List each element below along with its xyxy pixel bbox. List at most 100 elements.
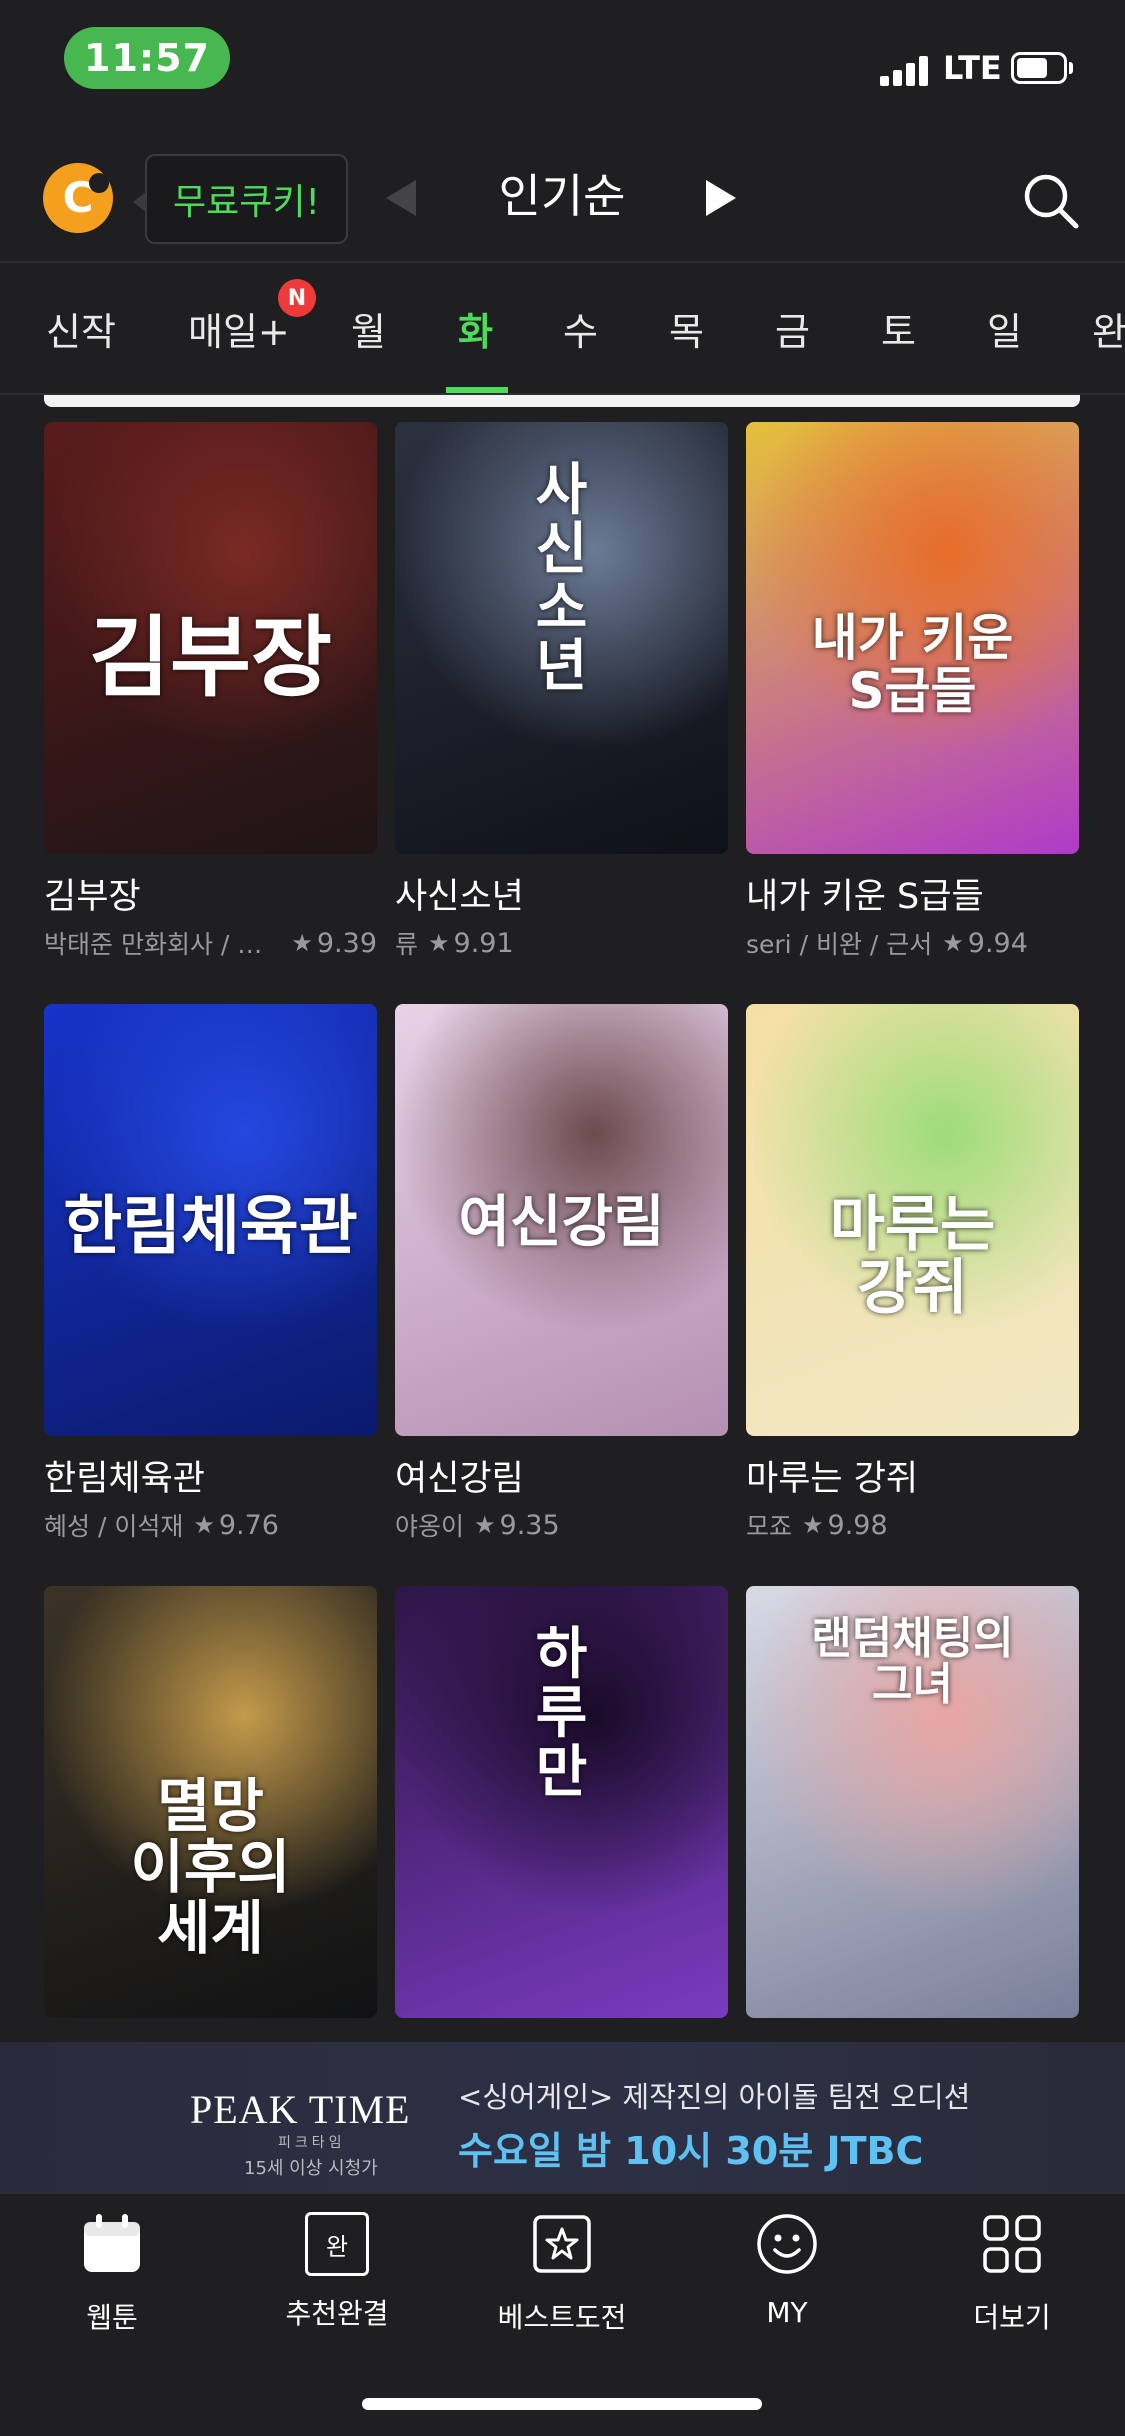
status-bar: 11:57 LTE [0, 0, 1125, 130]
new-badge: N [278, 279, 316, 317]
thumbnail-cover-title: 하 루 만 [535, 1622, 588, 1805]
star-icon: ★ [942, 929, 964, 957]
webtoon-thumbnail[interactable]: 한림체육관 [44, 1004, 377, 1436]
star-icon: ★ [193, 1511, 215, 1539]
thumbnail-cover-title: 멸망 이후의 세계 [130, 1772, 291, 1962]
battery-icon [1011, 52, 1067, 84]
webtoon-card[interactable]: 하 루 만하루만 네가 되고 싶어 [395, 1586, 728, 2040]
webtoon-meta: 야옹이 ★ 9.35 [395, 1507, 728, 1543]
webtoon-title: 멸망 이후의 세계 [44, 2032, 377, 2040]
webtoon-rating: 9.76 [218, 1509, 279, 1541]
webtoon-card[interactable]: 내가 키운 S급들 내가 키운 S급들 seri / 비완 / 근서 ★ 9.94 [746, 422, 1079, 961]
smiley-icon [757, 2214, 817, 2274]
webtoon-meta: 모죠 ★ 9.98 [746, 1507, 1079, 1543]
star-icon: ★ [474, 1511, 496, 1539]
thumbnail-cover-title: 김부장 [89, 606, 332, 709]
tab-daily-plus[interactable]: 매일+ [188, 301, 290, 356]
webtoon-thumbnail[interactable]: 김부장 [44, 422, 377, 854]
sort-prev-arrow-icon[interactable] [386, 180, 416, 216]
nav-label-more: 더보기 [973, 2301, 1051, 2334]
tab-sat[interactable]: 토 [881, 301, 916, 356]
nav-label-recommended-completed: 추천완결 [285, 2297, 389, 2330]
ad-text-line1: <싱어게인> 제작진의 아이돌 팀전 오디션 [458, 2080, 971, 2114]
star-icon: ★ [291, 929, 313, 957]
webtoon-card[interactable]: 마루는 강쥐 마루는 강쥐 모죠 ★ 9.98 [746, 1004, 1079, 1543]
nav-webtoon[interactable]: 웹툰 [22, 2212, 202, 2336]
webtoon-thumbnail[interactable]: 내가 키운 S급들 [746, 422, 1079, 854]
free-cookie-button[interactable]: 무료쿠키! [133, 154, 348, 244]
nav-label-my: MY [766, 2296, 808, 2329]
webtoon-author: 박태준 만화회사 / 정… [44, 930, 282, 959]
sort-title[interactable]: 인기순 [462, 160, 662, 226]
nav-best-challenge[interactable]: 베스트도전 [472, 2212, 652, 2336]
day-tabs: 신작 매일+ N 월 화 수 목 금 토 일 완 [0, 265, 1125, 395]
webtoon-title: 마루는 강쥐 [746, 1459, 919, 1499]
webtoon-thumbnail[interactable]: 사 신 소 년 [395, 422, 728, 854]
ad-logo: PEAK TIME [190, 2087, 411, 2132]
webtoon-meta: 혜성 / 이석재 ★ 9.76 [44, 1507, 377, 1543]
webtoon-rating: 9.35 [499, 1509, 560, 1541]
tab-new[interactable]: 신작 [46, 301, 116, 356]
webtoon-card[interactable]: 멸망 이후의 세계멸망 이후의 세계 [44, 1586, 377, 2040]
webtoon-author: 혜성 / 이석재 [44, 1512, 184, 1541]
webtoon-thumbnail[interactable]: 하 루 만 [395, 1586, 728, 2018]
tab-thu[interactable]: 목 [669, 301, 704, 356]
webtoon-meta: 류 ★ 9.91 [395, 925, 728, 961]
webtoon-grid: 김부장 김부장 박태준 만화회사 / 정… ★ 9.39 사 신 소 년 사신소년 류 ★ 9.9… [0, 420, 1125, 2040]
tab-completed[interactable]: 완 [1092, 301, 1125, 356]
webtoon-thumbnail[interactable]: 멸망 이후의 세계 [44, 1586, 377, 2018]
nav-more[interactable]: 더보기 [922, 2212, 1102, 2336]
ad-age-notice: 15세 이상 시청가 [244, 2158, 378, 2179]
webtoon-title: 김부장 [44, 877, 141, 917]
tab-sun[interactable]: 일 [987, 301, 1022, 356]
webtoon-meta: 박태준 만화회사 / 정… ★ 9.39 [44, 925, 377, 961]
ad-logo-sub: 피크타임 [278, 2135, 346, 2151]
thumbnail-cover-title: 사 신 소 년 [535, 458, 588, 700]
webtoon-title: 사신소년 [395, 877, 524, 917]
calendar-icon [84, 2214, 140, 2272]
top-bar: C 무료쿠키! 인기순 [0, 130, 1125, 263]
tab-tue[interactable]: 화 [458, 301, 493, 356]
ad-banner[interactable]: PEAK TIME 피크타임 15세 이상 시청가 <싱어게인> 제작진의 아이… [0, 2042, 1125, 2192]
tab-mon[interactable]: 월 [351, 301, 386, 356]
thumbnail-cover-title: 랜덤채팅의 그녀 [811, 1613, 1014, 1711]
webtoon-card[interactable]: 사 신 소 년사신소년류 ★ 9.91 [395, 422, 728, 961]
nav-label-webtoon: 웹툰 [86, 2301, 138, 2334]
tab-active-indicator [446, 387, 508, 393]
cookie-logo-letter: C [62, 173, 94, 222]
webtoon-rating: 9.98 [827, 1509, 888, 1541]
webtoon-title: 하루만 네가 되고 싶어 [395, 2032, 728, 2040]
webtoon-card[interactable]: 한림체육관 한림체육관 혜성 / 이석재 ★ 9.76 [44, 1004, 377, 1543]
webtoon-rating: 9.39 [316, 927, 377, 959]
search-icon[interactable] [1020, 170, 1080, 230]
webtoon-thumbnail[interactable]: 랜덤채팅의 그녀 [746, 1586, 1079, 2018]
webtoon-card[interactable]: 여신강림 여신강림 야옹이 ★ 9.35 [395, 1004, 728, 1543]
status-time: 11:57 [64, 27, 230, 89]
network-type: LTE [943, 49, 1002, 87]
webtoon-title: 여신강림 [395, 1459, 524, 1499]
home-indicator [362, 2398, 762, 2410]
star-icon: ★ [802, 1511, 824, 1539]
webtoon-author: seri / 비완 / 근서 [746, 930, 933, 959]
webtoon-author: 류 [395, 930, 419, 959]
webtoon-thumbnail[interactable]: 마루는 강쥐 [746, 1004, 1079, 1436]
webtoon-card[interactable]: 김부장 김부장 박태준 만화회사 / 정… ★ 9.39 [44, 422, 377, 961]
webtoon-thumbnail[interactable]: 여신강림 [395, 1004, 728, 1436]
thumbnail-cover-title: 마루는 강쥐 [829, 1190, 996, 1323]
webtoon-meta: seri / 비완 / 근서 ★ 9.94 [746, 925, 1079, 961]
webtoon-card[interactable]: 랜덤채팅의 그녀랜덤채팅의 그녀 [746, 1586, 1079, 2040]
webtoon-rating: 9.94 [967, 927, 1028, 959]
webtoon-author: 모죠 [746, 1512, 793, 1541]
nav-my[interactable]: MY [697, 2212, 877, 2329]
signal-strength-icon [880, 54, 932, 86]
tab-fri[interactable]: 금 [775, 301, 810, 356]
sort-next-arrow-icon[interactable] [706, 180, 736, 216]
cookie-logo-icon[interactable]: C [43, 163, 113, 233]
completed-book-icon: 완 [305, 2212, 369, 2276]
tab-wed[interactable]: 수 [563, 301, 598, 356]
nav-recommended-completed[interactable]: 완 추천완결 [247, 2212, 427, 2332]
ad-text-line2: 수요일 밤 10시 30분 JTBC [458, 2129, 924, 2173]
webtoon-author: 야옹이 [395, 1512, 465, 1541]
grid-more-icon [983, 2215, 1041, 2273]
battery-cap [1069, 62, 1073, 74]
